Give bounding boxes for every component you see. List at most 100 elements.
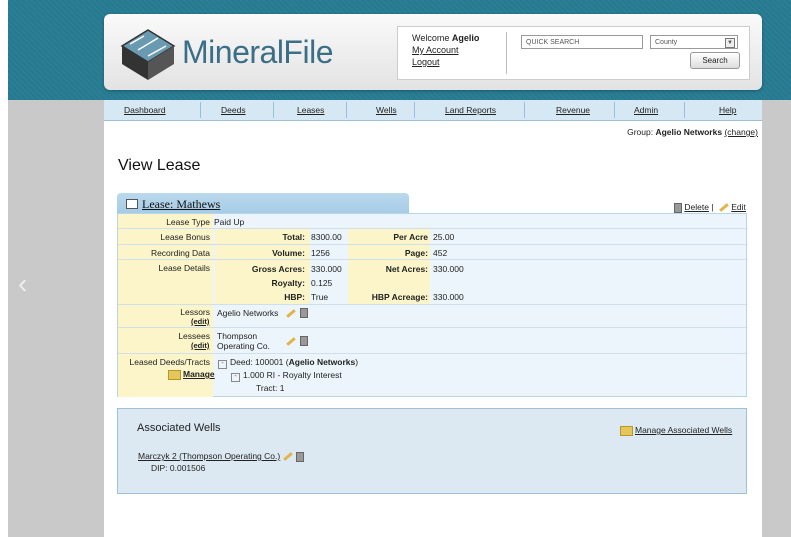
collapse-icon[interactable]: - bbox=[231, 373, 240, 382]
main-nav: Dashboard Deeds Leases Wells Land Report… bbox=[104, 100, 762, 121]
edit-link[interactable]: Edit bbox=[731, 202, 746, 212]
logo-icon bbox=[120, 29, 176, 80]
manage-wells-link[interactable]: Manage Associated Wells bbox=[635, 425, 732, 435]
lease-tab: Lease: Mathews bbox=[117, 193, 409, 213]
per-acre-label: Per Acre bbox=[393, 232, 428, 242]
page-label: Page: bbox=[404, 248, 428, 258]
chevron-down-icon: ▼ bbox=[725, 38, 735, 48]
prev-arrow-icon[interactable]: ‹ bbox=[18, 268, 27, 300]
nav-land-reports[interactable]: Land Reports bbox=[445, 105, 496, 115]
collapse-icon[interactable]: - bbox=[218, 360, 227, 369]
pencil-icon[interactable] bbox=[719, 203, 729, 213]
manage-wells[interactable]: Manage Associated Wells bbox=[620, 425, 732, 436]
left-gutter bbox=[8, 100, 104, 537]
nav-dashboard[interactable]: Dashboard bbox=[124, 105, 166, 115]
royalty-label: Royalty: bbox=[271, 278, 305, 288]
interest-node[interactable]: -1.000 RI - Royalty Interest bbox=[231, 370, 342, 382]
lease-title[interactable]: Lease: Mathews bbox=[142, 197, 220, 212]
my-account-link[interactable]: My Account bbox=[412, 44, 479, 56]
group-prefix: Group: bbox=[627, 127, 654, 137]
trash-icon[interactable] bbox=[300, 336, 308, 346]
row-divider bbox=[118, 327, 746, 328]
trash-icon[interactable] bbox=[674, 202, 682, 213]
edit-lessees-link[interactable]: (edit) bbox=[191, 341, 209, 350]
delete-link[interactable]: Delete bbox=[684, 202, 709, 212]
row-divider bbox=[118, 353, 746, 354]
search-button[interactable]: Search bbox=[690, 52, 740, 69]
hbp-value: True bbox=[311, 292, 329, 302]
nav-deeds[interactable]: Deeds bbox=[221, 105, 246, 115]
hbp-acreage-value: 330.000 bbox=[433, 292, 464, 302]
total-label: Total: bbox=[282, 232, 305, 242]
manage-link[interactable]: Manage bbox=[183, 369, 215, 379]
gross-acres-value: 330.000 bbox=[311, 264, 342, 274]
gross-acres-label: Gross Acres: bbox=[251, 264, 305, 274]
lease-type-value: Paid Up bbox=[214, 217, 245, 227]
lease-icon bbox=[126, 199, 138, 209]
lessor-name: Agelio Networks bbox=[217, 308, 279, 318]
lease-type-label: Lease Type bbox=[166, 217, 210, 227]
welcome-line: Welcome Agelio bbox=[412, 32, 479, 44]
trash-icon[interactable] bbox=[300, 308, 308, 318]
row-divider bbox=[118, 244, 746, 245]
trash-icon[interactable] bbox=[296, 451, 305, 462]
interest-label: 1.000 RI - Royalty Interest bbox=[243, 370, 342, 380]
volume-label: Volume: bbox=[272, 248, 305, 258]
lease-actions: Delete | Edit bbox=[671, 202, 746, 213]
royalty-value: 0.125 bbox=[311, 278, 333, 288]
leased-deeds-label: Leased Deeds/Tracts bbox=[129, 357, 210, 367]
row-divider bbox=[118, 259, 746, 260]
folder-icon bbox=[168, 369, 181, 380]
lease-bonus-label: Lease Bonus bbox=[160, 232, 210, 242]
deed-node[interactable]: - Deed: 100001 (Agelio Networks) bbox=[218, 357, 358, 369]
lessees-label: Lessees bbox=[178, 331, 210, 341]
welcome-prefix: Welcome bbox=[412, 33, 450, 43]
nav-separator bbox=[684, 102, 685, 118]
per-acre-value: 25.00 bbox=[433, 232, 455, 242]
group-indicator: Group: Agelio Networks (change) bbox=[627, 127, 758, 137]
row-divider bbox=[118, 304, 746, 305]
lessors-label: Lessors bbox=[180, 307, 210, 317]
tract-node: Tract: 1 bbox=[256, 383, 285, 393]
group-name: Agelio Networks bbox=[655, 127, 723, 137]
net-acres-label: Net Acres: bbox=[385, 264, 428, 274]
right-gutter bbox=[762, 100, 791, 537]
county-select-value: County bbox=[655, 39, 678, 46]
nav-separator bbox=[273, 102, 274, 118]
hbp-acreage-label: HBP Acreage: bbox=[371, 292, 428, 302]
county-select[interactable]: County ▼ bbox=[650, 35, 738, 49]
change-group-link[interactable]: (change) bbox=[724, 127, 758, 137]
net-acres-value: 330.000 bbox=[433, 264, 464, 274]
username: Agelio bbox=[451, 33, 480, 43]
nav-wells[interactable]: Wells bbox=[376, 105, 397, 115]
row-divider bbox=[118, 228, 746, 229]
nav-separator bbox=[524, 102, 525, 118]
nav-help[interactable]: Help bbox=[719, 105, 736, 115]
pencil-icon[interactable] bbox=[283, 452, 293, 462]
page-value: 452 bbox=[433, 248, 448, 258]
deed-owner: Agelio Networks bbox=[288, 357, 356, 367]
page-title: View Lease bbox=[118, 157, 201, 174]
nav-separator bbox=[414, 102, 415, 118]
logout-link[interactable]: Logout bbox=[412, 56, 479, 68]
hbp-label: HBP: bbox=[284, 292, 305, 302]
deed-prefix: Deed: 100001 ( bbox=[230, 357, 289, 367]
nav-separator bbox=[614, 102, 615, 118]
manage-deeds[interactable]: Manage bbox=[168, 369, 215, 380]
folder-icon bbox=[620, 425, 633, 436]
well-dip: DIP: 0.001506 bbox=[151, 463, 206, 473]
welcome-block: Welcome Agelio My Account Logout bbox=[412, 32, 479, 68]
logo-text: MineralFile bbox=[182, 34, 333, 70]
quick-search-input[interactable]: QUICK SEARCH bbox=[521, 35, 643, 49]
well-link[interactable]: Marczyk 2 (Thompson Operating Co.) bbox=[138, 451, 280, 461]
edit-lessors-link[interactable]: (edit) bbox=[191, 317, 209, 326]
total-value: 8300.00 bbox=[311, 232, 342, 242]
well-row: Marczyk 2 (Thompson Operating Co.) bbox=[138, 451, 305, 462]
nav-separator bbox=[200, 102, 201, 118]
divider bbox=[506, 32, 507, 74]
nav-admin[interactable]: Admin bbox=[634, 105, 658, 115]
lessee-name-line2: Operating Co. bbox=[217, 341, 270, 351]
nav-leases[interactable]: Leases bbox=[297, 105, 324, 115]
nav-revenue[interactable]: Revenue bbox=[556, 105, 590, 115]
volume-value: 1256 bbox=[311, 248, 330, 258]
